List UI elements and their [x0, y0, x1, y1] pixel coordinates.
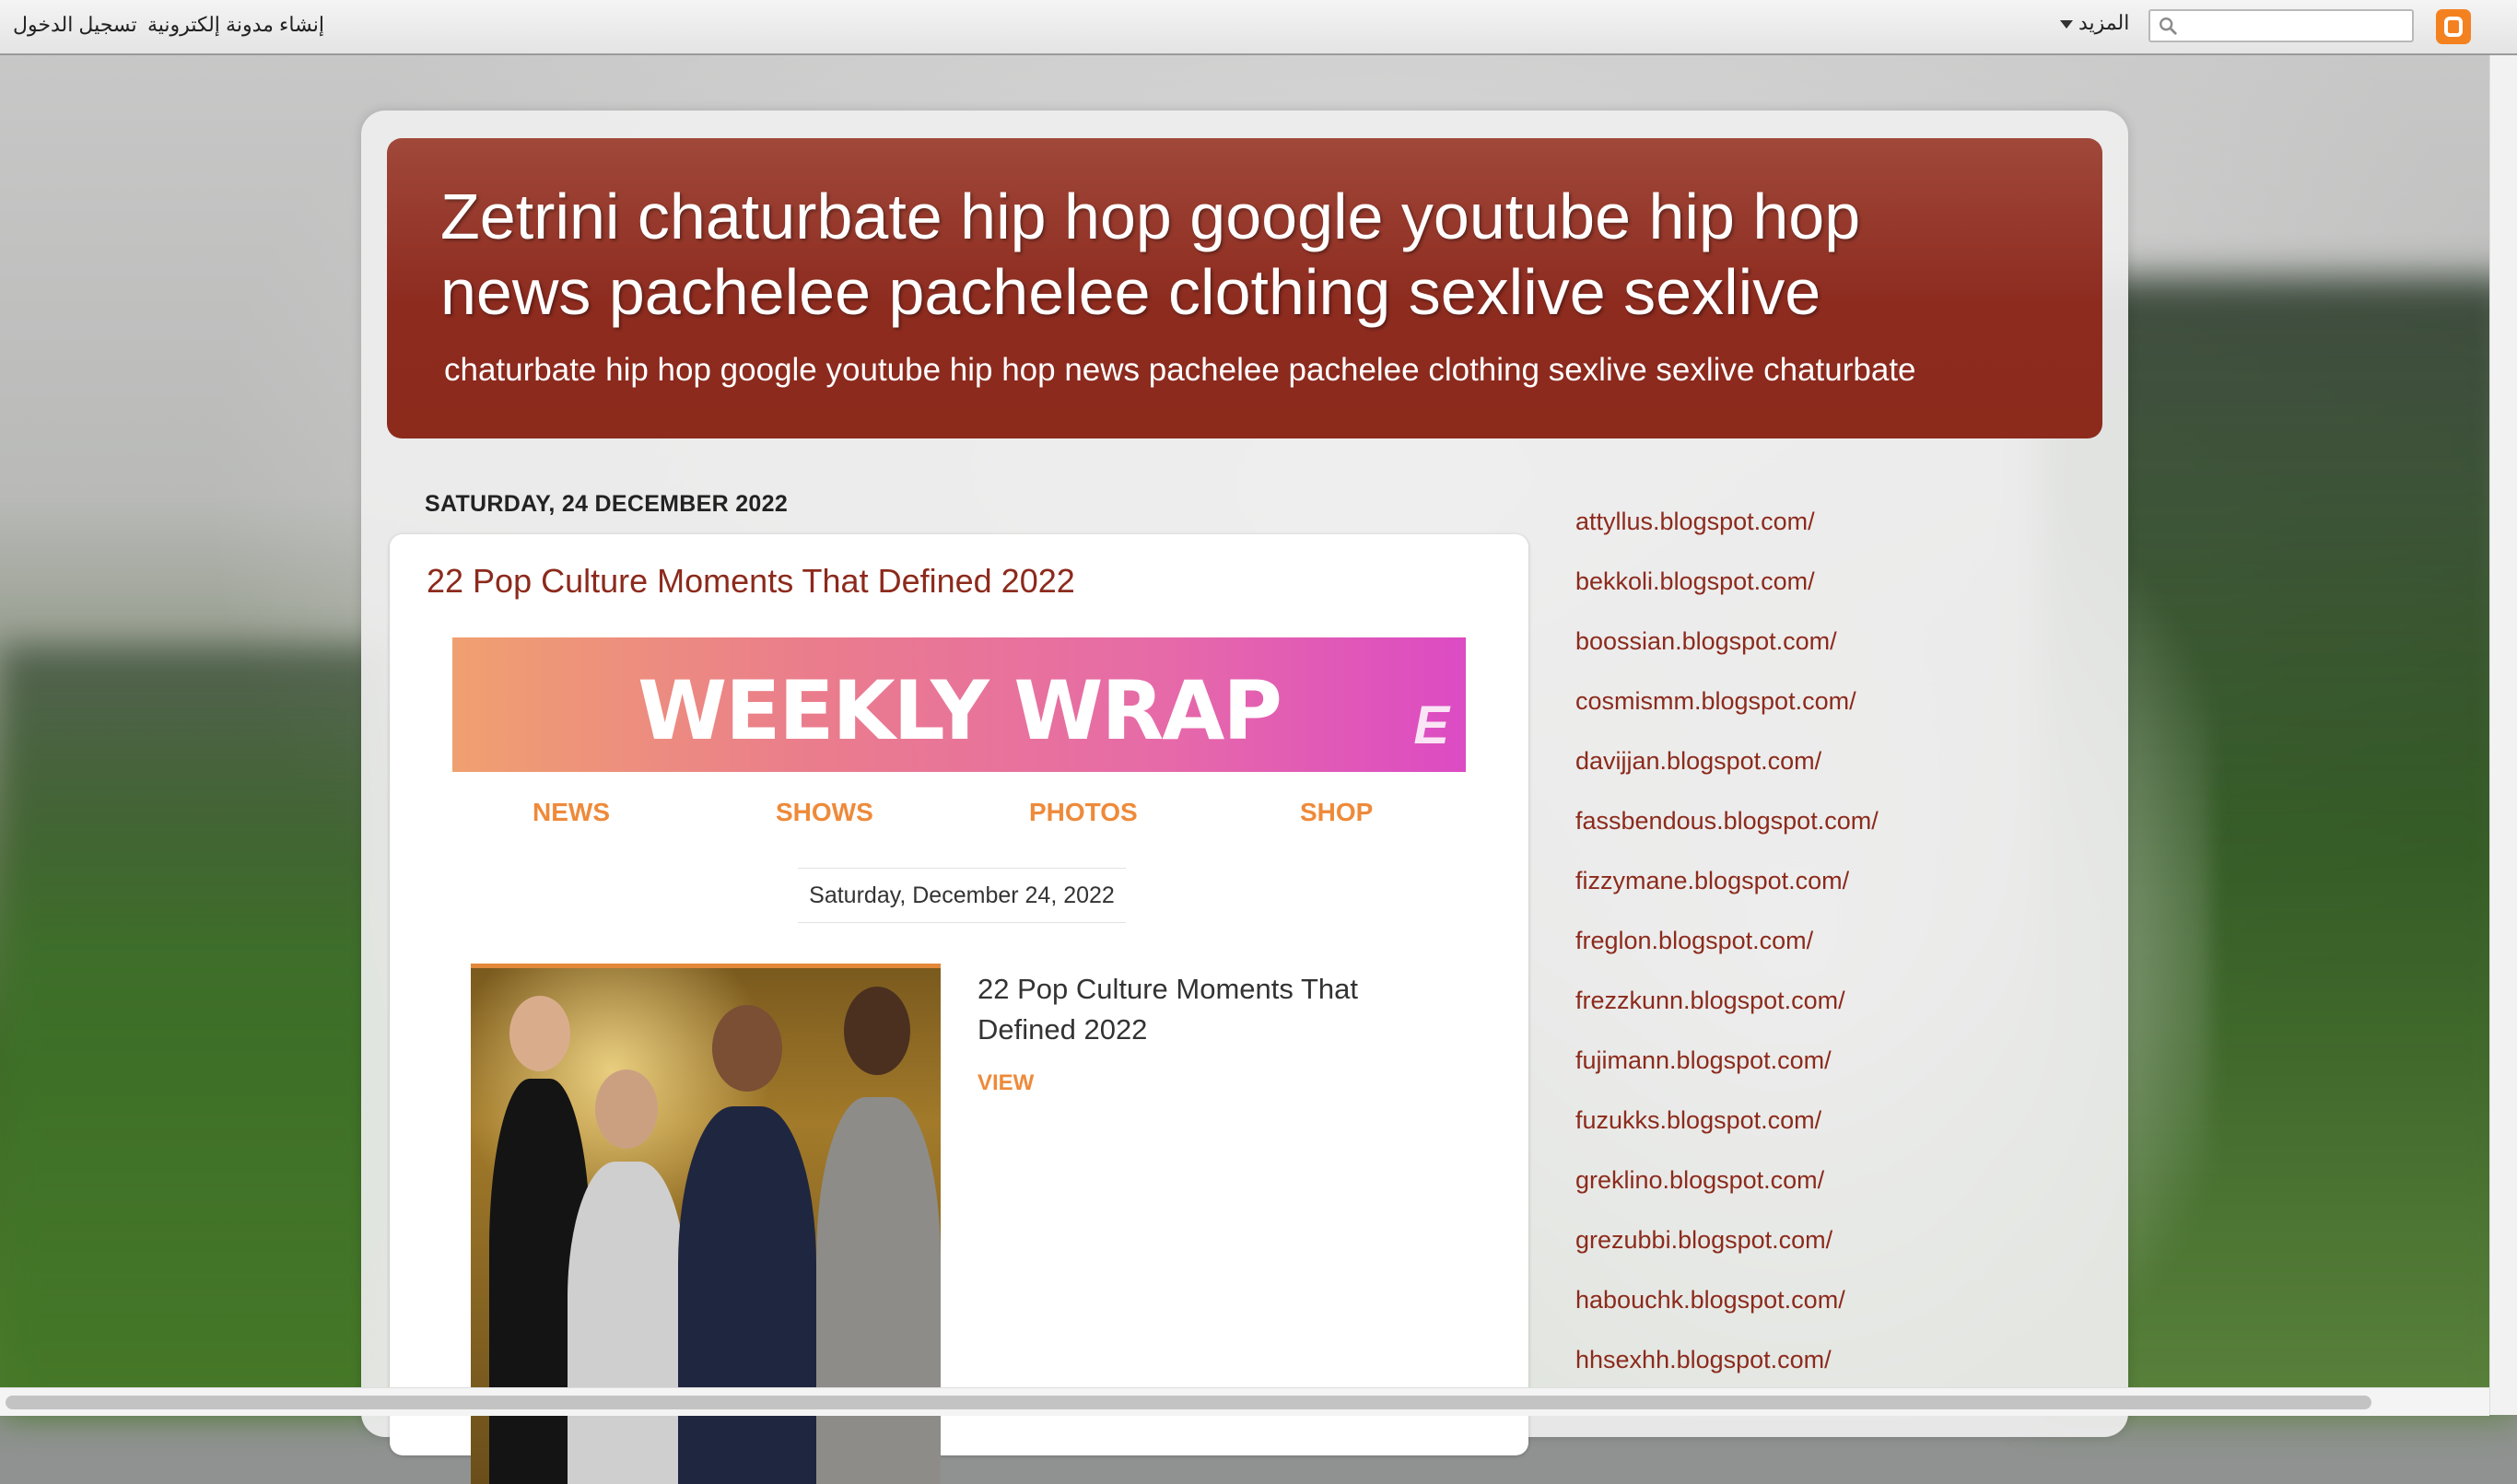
- photo-figure-2-head: [595, 1069, 658, 1149]
- sidebar-link[interactable]: fujimann.blogspot.com/: [1575, 1044, 1879, 1104]
- more-dropdown-arrow-icon: [2060, 19, 2073, 29]
- blog-description: chaturbate hip hop google youtube hip ho…: [444, 352, 1916, 388]
- vertical-scrollbar[interactable]: [2489, 0, 2517, 1415]
- banner-title: WEEKLY WRAP: [638, 663, 1282, 758]
- sidebar-link[interactable]: frezzkunn.blogspot.com/: [1575, 984, 1879, 1044]
- more-label: المزيد: [2078, 11, 2130, 34]
- sidebar-link[interactable]: attyllus.blogspot.com/: [1575, 505, 1879, 565]
- newsletter-date: Saturday, December 24, 2022: [798, 868, 1126, 923]
- article-title[interactable]: 22 Pop Culture Moments That Defined 2022: [978, 969, 1364, 1050]
- sidebar-link[interactable]: fassbendous.blogspot.com/: [1575, 804, 1879, 864]
- sidebar-link[interactable]: habouchk.blogspot.com/: [1575, 1283, 1879, 1343]
- background-forest-left: [0, 645, 387, 1415]
- weekly-wrap-banner[interactable]: WEEKLY WRAP E: [452, 637, 1466, 772]
- tab-shows[interactable]: SHOWS: [776, 798, 873, 827]
- blog-header: Zetrini chaturbate hip hop google youtub…: [387, 138, 2102, 438]
- sidebar-link[interactable]: freglon.blogspot.com/: [1575, 924, 1879, 984]
- search-input[interactable]: [2148, 9, 2414, 42]
- login-link[interactable]: تسجيل الدخول: [13, 13, 137, 37]
- photo-figure-4: [816, 1097, 941, 1484]
- sidebar-link[interactable]: grezubbi.blogspot.com/: [1575, 1223, 1879, 1283]
- tab-news[interactable]: NEWS: [533, 798, 610, 827]
- sidebar-link-list: attyllus.blogspot.com/ bekkoli.blogspot.…: [1575, 505, 1879, 1403]
- view-link[interactable]: VIEW: [978, 1070, 1034, 1096]
- photo-figure-3-head: [712, 1005, 782, 1092]
- sidebar-link[interactable]: boossian.blogspot.com/: [1575, 625, 1879, 684]
- tab-photos[interactable]: PHOTOS: [1029, 798, 1138, 827]
- sidebar-link[interactable]: bekkoli.blogspot.com/: [1575, 565, 1879, 625]
- post-title-link[interactable]: 22 Pop Culture Moments That Defined 2022: [427, 562, 1075, 601]
- create-blog-link[interactable]: إنشاء مدونة إلكترونية: [147, 13, 324, 37]
- blogger-logo-icon[interactable]: [2436, 9, 2471, 44]
- blogger-b-glyph: [2444, 17, 2463, 37]
- sidebar-link[interactable]: cosmismm.blogspot.com/: [1575, 684, 1879, 744]
- e-news-logo: E: [1413, 695, 1449, 755]
- sidebar-link[interactable]: fuzukks.blogspot.com/: [1575, 1104, 1879, 1163]
- photo-figure-1-head: [509, 996, 570, 1071]
- blogger-navbar: تسجيل الدخول إنشاء مدونة إلكترونية المزي…: [0, 0, 2517, 55]
- post-date-header: SATURDAY, 24 DECEMBER 2022: [425, 491, 789, 517]
- search-icon: [2160, 18, 2177, 35]
- sidebar-link[interactable]: greklino.blogspot.com/: [1575, 1163, 1879, 1223]
- sidebar-link[interactable]: davijjan.blogspot.com/: [1575, 744, 1879, 804]
- photo-figure-4-head: [844, 987, 910, 1075]
- photo-figure-2: [568, 1162, 687, 1484]
- newsletter-nav: NEWS SHOWS PHOTOS SHOP: [452, 798, 1466, 835]
- tab-shop[interactable]: SHOP: [1300, 798, 1373, 827]
- horizontal-scrollbar[interactable]: [0, 1387, 2489, 1416]
- photo-figure-3: [678, 1106, 816, 1484]
- blog-title[interactable]: Zetrini chaturbate hip hop google youtub…: [440, 179, 2007, 330]
- sidebar-link[interactable]: fizzymane.blogspot.com/: [1575, 864, 1879, 924]
- post-card: 22 Pop Culture Moments That Defined 2022…: [390, 534, 1528, 1484]
- horizontal-scrollbar-thumb[interactable]: [6, 1396, 2371, 1409]
- more-menu[interactable]: المزيد: [2060, 11, 2129, 35]
